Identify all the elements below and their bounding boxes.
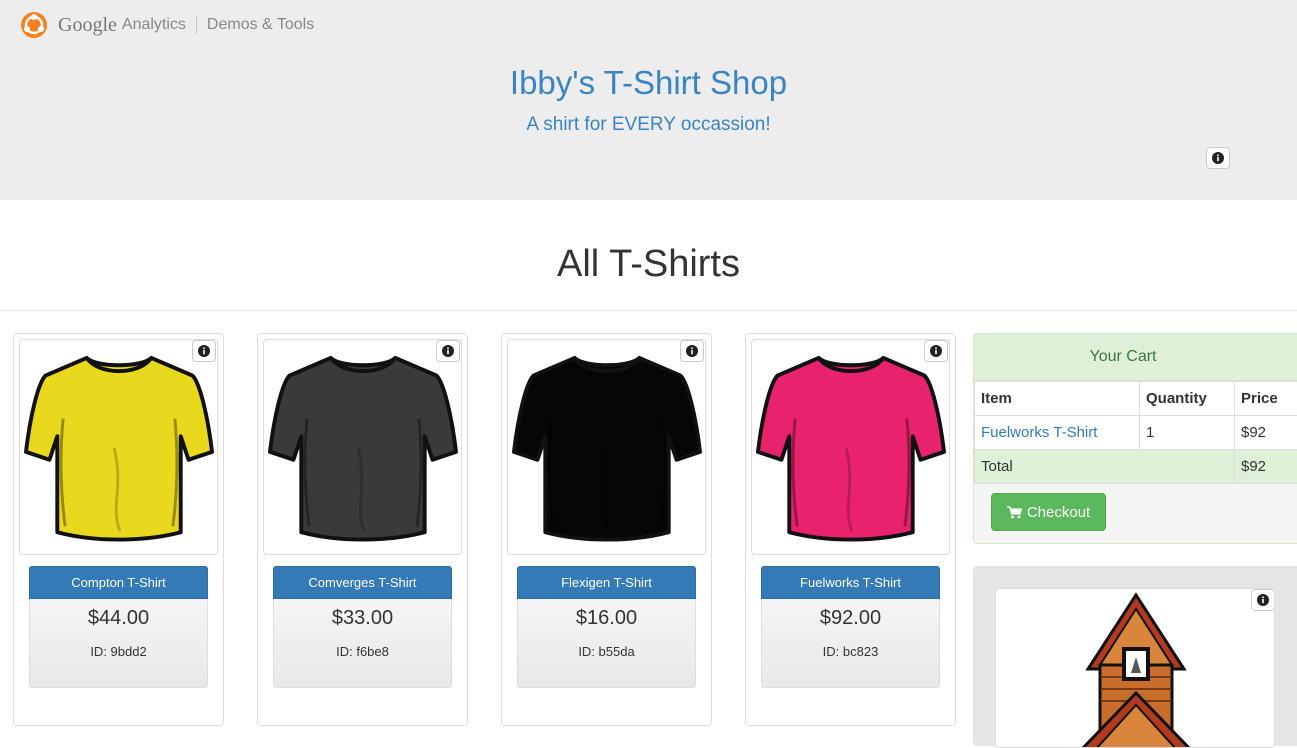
cart-table: Item Quantity Price Fuelworks T-Shirt 1 … bbox=[974, 381, 1297, 484]
product-name-button[interactable]: Fuelworks T-Shirt bbox=[761, 566, 940, 599]
product-card: Compton T-Shirt $44.00 ID: 9bdd2 bbox=[13, 333, 224, 726]
product-price: $16.00 bbox=[518, 607, 695, 630]
product-name-button[interactable]: Compton T-Shirt bbox=[29, 566, 208, 599]
brand-analytics: Analytics bbox=[122, 16, 186, 34]
ga-brand-bar[interactable]: Google Analytics Demos & Tools bbox=[20, 10, 314, 40]
info-icon bbox=[442, 345, 454, 357]
product-id: ID: f6be8 bbox=[274, 644, 451, 659]
product-price: $44.00 bbox=[30, 607, 207, 630]
tshirt-image bbox=[268, 348, 458, 548]
brand-divider bbox=[196, 16, 197, 34]
info-icon bbox=[930, 345, 942, 357]
info-icon bbox=[1212, 152, 1224, 164]
tshirt-image bbox=[756, 348, 946, 548]
product-image[interactable] bbox=[19, 339, 218, 555]
google-analytics-logo-icon bbox=[20, 11, 48, 39]
tshirt-image bbox=[24, 348, 214, 548]
section-title: All T-Shirts bbox=[0, 243, 1297, 286]
checkout-button[interactable]: Checkout bbox=[991, 493, 1106, 531]
product-id: ID: bc823 bbox=[762, 644, 939, 659]
shopping-cart-icon bbox=[1007, 506, 1022, 519]
cart-item-quantity: 1 bbox=[1140, 416, 1235, 450]
product-price: $92.00 bbox=[762, 607, 939, 630]
product-name-button[interactable]: Comverges T-Shirt bbox=[273, 566, 452, 599]
product-price: $33.00 bbox=[274, 607, 451, 630]
product-name-button[interactable]: Flexigen T-Shirt bbox=[517, 566, 696, 599]
birdhouse-image bbox=[996, 589, 1275, 748]
cart-item-price: $92 bbox=[1235, 416, 1297, 450]
cart-title: Your Cart bbox=[974, 334, 1297, 381]
product-price-box: $92.00 ID: bc823 bbox=[761, 599, 940, 688]
promo-info-button[interactable] bbox=[1251, 589, 1275, 611]
cart-panel: Your Cart Item Quantity Price Fuelworks … bbox=[973, 333, 1297, 544]
info-icon bbox=[1257, 594, 1269, 606]
product-image[interactable] bbox=[751, 339, 950, 555]
product-card: Flexigen T-Shirt $16.00 ID: b55da bbox=[501, 333, 712, 726]
product-info-button[interactable] bbox=[192, 340, 216, 362]
cart-col-price: Price bbox=[1235, 382, 1297, 416]
product-image[interactable] bbox=[507, 339, 706, 555]
checkout-label: Checkout bbox=[1027, 504, 1090, 521]
promo-panel bbox=[973, 566, 1297, 746]
product-image[interactable] bbox=[263, 339, 462, 555]
cart-total-row: Total $92 bbox=[975, 450, 1297, 484]
section-divider bbox=[0, 310, 1297, 311]
product-id: ID: 9bdd2 bbox=[30, 644, 207, 659]
shop-title: Ibby's T-Shirt Shop bbox=[0, 64, 1297, 102]
cart-col-item: Item bbox=[975, 382, 1140, 416]
product-card: Fuelworks T-Shirt $92.00 ID: bc823 bbox=[745, 333, 956, 726]
cart-total-value: $92 bbox=[1235, 450, 1297, 484]
product-price-box: $44.00 ID: 9bdd2 bbox=[29, 599, 208, 688]
cart-item-link[interactable]: Fuelworks T-Shirt bbox=[975, 416, 1140, 450]
cart-total-label: Total bbox=[975, 450, 1235, 484]
info-icon bbox=[686, 345, 698, 357]
product-info-button[interactable] bbox=[436, 340, 460, 362]
product-info-button[interactable] bbox=[680, 340, 704, 362]
cart-row: Fuelworks T-Shirt 1 $92 bbox=[975, 416, 1297, 450]
promo-image-frame bbox=[995, 588, 1275, 748]
info-icon bbox=[198, 345, 210, 357]
brand-demos-tools: Demos & Tools bbox=[207, 16, 314, 34]
product-card: Comverges T-Shirt $33.00 ID: f6be8 bbox=[257, 333, 468, 726]
cart-col-quantity: Quantity bbox=[1140, 382, 1235, 416]
product-price-box: $33.00 ID: f6be8 bbox=[273, 599, 452, 688]
product-price-box: $16.00 ID: b55da bbox=[517, 599, 696, 688]
shop-subtitle: A shirt for EVERY occassion! bbox=[0, 114, 1297, 136]
product-id: ID: b55da bbox=[518, 644, 695, 659]
header-info-button[interactable] bbox=[1206, 147, 1230, 169]
tshirt-image bbox=[512, 348, 702, 548]
product-info-button[interactable] bbox=[924, 340, 948, 362]
brand-google: Google bbox=[58, 14, 117, 37]
